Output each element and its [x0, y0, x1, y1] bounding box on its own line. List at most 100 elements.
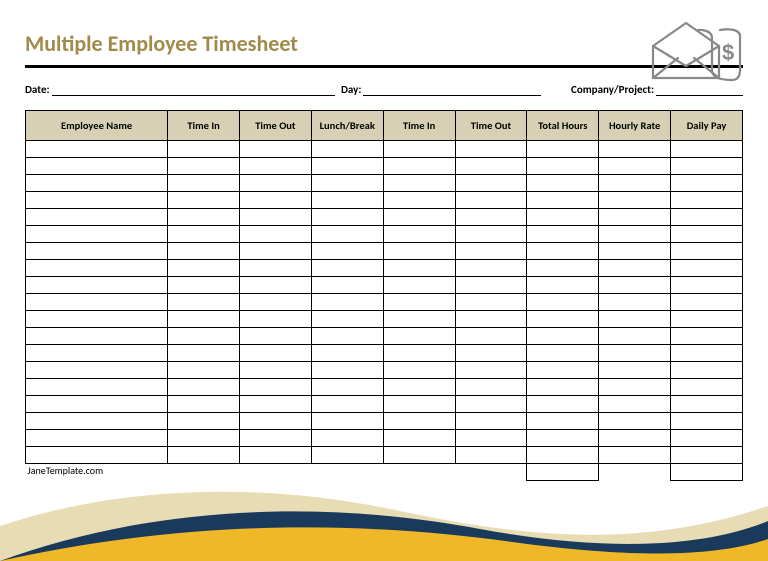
- cell[interactable]: [239, 447, 311, 464]
- cell[interactable]: [311, 311, 383, 328]
- cell[interactable]: [455, 243, 527, 260]
- cell[interactable]: [311, 243, 383, 260]
- cell[interactable]: [527, 260, 599, 277]
- cell[interactable]: [168, 396, 240, 413]
- cell[interactable]: [455, 379, 527, 396]
- cell[interactable]: [527, 175, 599, 192]
- cell[interactable]: [168, 158, 240, 175]
- cell[interactable]: [527, 345, 599, 362]
- cell[interactable]: [671, 192, 743, 209]
- cell[interactable]: [671, 447, 743, 464]
- cell[interactable]: [168, 311, 240, 328]
- cell[interactable]: [599, 345, 671, 362]
- cell[interactable]: [455, 396, 527, 413]
- cell[interactable]: [239, 277, 311, 294]
- cell[interactable]: [455, 345, 527, 362]
- cell[interactable]: [383, 175, 455, 192]
- cell[interactable]: [671, 396, 743, 413]
- cell[interactable]: [26, 294, 168, 311]
- cell[interactable]: [527, 379, 599, 396]
- cell[interactable]: [599, 175, 671, 192]
- cell[interactable]: [311, 430, 383, 447]
- cell[interactable]: [671, 294, 743, 311]
- cell[interactable]: [599, 158, 671, 175]
- cell[interactable]: [671, 277, 743, 294]
- cell[interactable]: [671, 141, 743, 158]
- day-field[interactable]: [363, 82, 541, 96]
- cell[interactable]: [311, 158, 383, 175]
- cell[interactable]: [383, 430, 455, 447]
- cell[interactable]: [527, 192, 599, 209]
- cell[interactable]: [455, 158, 527, 175]
- cell[interactable]: [671, 362, 743, 379]
- cell[interactable]: [239, 362, 311, 379]
- cell[interactable]: [26, 379, 168, 396]
- cell[interactable]: [26, 396, 168, 413]
- cell[interactable]: [311, 192, 383, 209]
- cell[interactable]: [311, 226, 383, 243]
- cell[interactable]: [311, 209, 383, 226]
- cell[interactable]: [455, 413, 527, 430]
- cell[interactable]: [527, 294, 599, 311]
- cell[interactable]: [26, 141, 168, 158]
- cell[interactable]: [599, 413, 671, 430]
- cell[interactable]: [26, 260, 168, 277]
- cell[interactable]: [26, 277, 168, 294]
- cell[interactable]: [168, 345, 240, 362]
- cell[interactable]: [239, 226, 311, 243]
- cell[interactable]: [168, 192, 240, 209]
- cell[interactable]: [455, 277, 527, 294]
- cell[interactable]: [671, 413, 743, 430]
- date-field[interactable]: [52, 82, 335, 96]
- cell[interactable]: [239, 311, 311, 328]
- cell[interactable]: [311, 294, 383, 311]
- cell[interactable]: [671, 430, 743, 447]
- cell[interactable]: [383, 192, 455, 209]
- cell[interactable]: [311, 413, 383, 430]
- cell[interactable]: [527, 311, 599, 328]
- cell[interactable]: [455, 260, 527, 277]
- cell[interactable]: [311, 328, 383, 345]
- cell[interactable]: [239, 379, 311, 396]
- cell[interactable]: [239, 192, 311, 209]
- cell[interactable]: [311, 396, 383, 413]
- cell[interactable]: [311, 379, 383, 396]
- cell[interactable]: [599, 243, 671, 260]
- cell[interactable]: [383, 158, 455, 175]
- cell[interactable]: [671, 158, 743, 175]
- cell[interactable]: [168, 294, 240, 311]
- cell[interactable]: [383, 243, 455, 260]
- cell[interactable]: [455, 192, 527, 209]
- cell[interactable]: [599, 396, 671, 413]
- cell[interactable]: [383, 141, 455, 158]
- cell[interactable]: [239, 209, 311, 226]
- cell[interactable]: [311, 277, 383, 294]
- cell[interactable]: [383, 311, 455, 328]
- cell[interactable]: [239, 175, 311, 192]
- cell[interactable]: [527, 396, 599, 413]
- cell[interactable]: [599, 362, 671, 379]
- cell[interactable]: [168, 243, 240, 260]
- cell[interactable]: [168, 430, 240, 447]
- cell[interactable]: [671, 311, 743, 328]
- cell[interactable]: [26, 175, 168, 192]
- cell[interactable]: [455, 226, 527, 243]
- cell[interactable]: [383, 260, 455, 277]
- cell[interactable]: [671, 260, 743, 277]
- cell[interactable]: [383, 447, 455, 464]
- cell[interactable]: [26, 226, 168, 243]
- cell[interactable]: [26, 158, 168, 175]
- cell[interactable]: [239, 328, 311, 345]
- cell[interactable]: [671, 175, 743, 192]
- cell[interactable]: [239, 158, 311, 175]
- cell[interactable]: [455, 294, 527, 311]
- cell[interactable]: [168, 209, 240, 226]
- cell[interactable]: [168, 447, 240, 464]
- cell[interactable]: [26, 311, 168, 328]
- cell[interactable]: [239, 396, 311, 413]
- cell[interactable]: [671, 328, 743, 345]
- cell[interactable]: [671, 345, 743, 362]
- cell[interactable]: [455, 209, 527, 226]
- cell[interactable]: [527, 413, 599, 430]
- cell[interactable]: [455, 362, 527, 379]
